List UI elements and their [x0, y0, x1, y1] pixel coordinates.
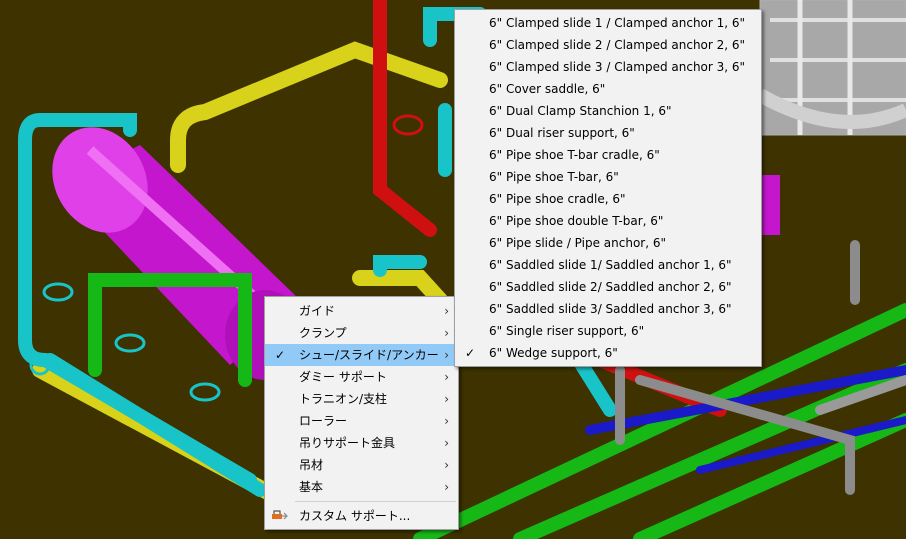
- submenu-item-label: 6" Pipe shoe double T-bar, 6": [489, 214, 664, 228]
- submenu-item-label: 6" Dual Clamp Stanchion 1, 6": [489, 104, 672, 118]
- menu-item-shoe-slide-anchor[interactable]: ✓ シュー/スライド/アンカー ›: [265, 344, 458, 366]
- chevron-right-icon: ›: [444, 458, 449, 472]
- submenu-item[interactable]: 6" Pipe shoe cradle, 6": [455, 188, 761, 210]
- context-menu: ガイド › クランプ › ✓ シュー/スライド/アンカー › ダミー サポート …: [264, 296, 459, 530]
- menu-item-label: 基本: [299, 480, 324, 494]
- custom-support-icon: [272, 510, 288, 520]
- submenu-item[interactable]: 6" Pipe shoe T-bar, 6": [455, 166, 761, 188]
- submenu-item[interactable]: 6" Clamped slide 1 / Clamped anchor 1, 6…: [455, 12, 761, 34]
- chevron-right-icon: ›: [444, 326, 449, 340]
- steel-structure: [756, 0, 906, 136]
- chevron-right-icon: ›: [444, 414, 449, 428]
- submenu-item-label: 6" Single riser support, 6": [489, 324, 645, 338]
- submenu-item-wedge-support[interactable]: ✓ 6" Wedge support, 6": [455, 342, 761, 364]
- menu-item-label: トラニオン/支柱: [299, 392, 388, 406]
- support-type-submenu: 6" Clamped slide 1 / Clamped anchor 1, 6…: [454, 9, 762, 367]
- submenu-item[interactable]: 6" Cover saddle, 6": [455, 78, 761, 100]
- menu-item-custom-support[interactable]: カスタム サポート...: [265, 505, 458, 527]
- menu-item-basic[interactable]: 基本 ›: [265, 476, 458, 498]
- chevron-right-icon: ›: [444, 304, 449, 318]
- submenu-item-label: 6" Wedge support, 6": [489, 346, 618, 360]
- menu-item-label: 吊材: [299, 458, 324, 472]
- menu-item-label: ローラー: [299, 414, 348, 428]
- submenu-item-label: 6" Saddled slide 3/ Saddled anchor 3, 6": [489, 302, 732, 316]
- menu-item-label: クランプ: [299, 326, 347, 340]
- submenu-item-label: 6" Dual riser support, 6": [489, 126, 635, 140]
- submenu-item-label: 6" Clamped slide 1 / Clamped anchor 1, 6…: [489, 16, 746, 30]
- submenu-item[interactable]: 6" Clamped slide 2 / Clamped anchor 2, 6…: [455, 34, 761, 56]
- chevron-right-icon: ›: [444, 370, 449, 384]
- menu-item-label: シュー/スライド/アンカー: [299, 348, 439, 362]
- submenu-item[interactable]: 6" Saddled slide 1/ Saddled anchor 1, 6": [455, 254, 761, 276]
- chevron-right-icon: ›: [444, 480, 449, 494]
- menu-item-guide[interactable]: ガイド ›: [265, 300, 458, 322]
- submenu-item-label: 6" Clamped slide 2 / Clamped anchor 2, 6…: [489, 38, 746, 52]
- submenu-item-label: 6" Cover saddle, 6": [489, 82, 606, 96]
- submenu-item[interactable]: 6" Dual riser support, 6": [455, 122, 761, 144]
- submenu-item-label: 6" Pipe slide / Pipe anchor, 6": [489, 236, 667, 250]
- menu-separator: [295, 501, 456, 502]
- submenu-item[interactable]: 6" Single riser support, 6": [455, 320, 761, 342]
- submenu-item-label: 6" Pipe shoe T-bar cradle, 6": [489, 148, 660, 162]
- submenu-item-label: 6" Clamped slide 3 / Clamped anchor 3, 6…: [489, 60, 746, 74]
- submenu-item[interactable]: 6" Pipe shoe double T-bar, 6": [455, 210, 761, 232]
- submenu-item-label: 6" Saddled slide 2/ Saddled anchor 2, 6": [489, 280, 732, 294]
- menu-item-trunnion-post[interactable]: トラニオン/支柱 ›: [265, 388, 458, 410]
- menu-item-roller[interactable]: ローラー ›: [265, 410, 458, 432]
- submenu-item[interactable]: 6" Dual Clamp Stanchion 1, 6": [455, 100, 761, 122]
- menu-item-label: ダミー サポート: [299, 370, 387, 384]
- menu-item-dummy-support[interactable]: ダミー サポート ›: [265, 366, 458, 388]
- submenu-item[interactable]: 6" Pipe slide / Pipe anchor, 6": [455, 232, 761, 254]
- submenu-item[interactable]: 6" Saddled slide 3/ Saddled anchor 3, 6": [455, 298, 761, 320]
- menu-item-hanger-rod[interactable]: 吊材 ›: [265, 454, 458, 476]
- menu-item-hanger-hardware[interactable]: 吊りサポート金具 ›: [265, 432, 458, 454]
- chevron-right-icon: ›: [444, 392, 449, 406]
- menu-item-clamp[interactable]: クランプ ›: [265, 322, 458, 344]
- check-icon: ✓: [274, 348, 286, 362]
- submenu-item[interactable]: 6" Pipe shoe T-bar cradle, 6": [455, 144, 761, 166]
- submenu-item-label: 6" Pipe shoe T-bar, 6": [489, 170, 619, 184]
- submenu-item-label: 6" Pipe shoe cradle, 6": [489, 192, 626, 206]
- submenu-item-label: 6" Saddled slide 1/ Saddled anchor 1, 6": [489, 258, 732, 272]
- menu-item-label: カスタム サポート...: [299, 509, 411, 523]
- check-icon: ✓: [464, 346, 476, 360]
- menu-item-label: 吊りサポート金具: [299, 436, 396, 450]
- submenu-item[interactable]: 6" Clamped slide 3 / Clamped anchor 3, 6…: [455, 56, 761, 78]
- submenu-item[interactable]: 6" Saddled slide 2/ Saddled anchor 2, 6": [455, 276, 761, 298]
- chevron-right-icon: ›: [444, 348, 449, 362]
- chevron-right-icon: ›: [444, 436, 449, 450]
- menu-item-label: ガイド: [299, 304, 336, 318]
